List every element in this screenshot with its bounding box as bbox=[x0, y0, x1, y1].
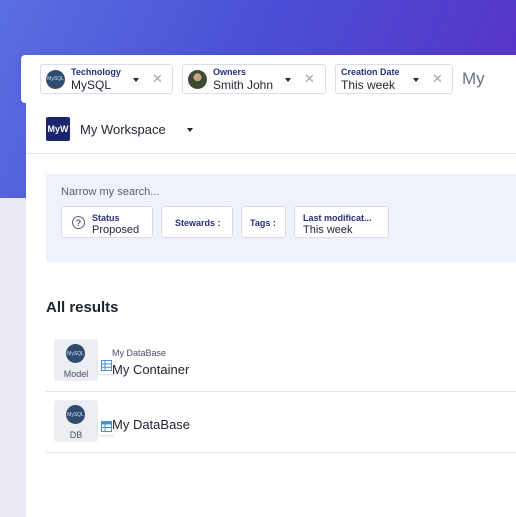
result-name[interactable]: My Container bbox=[112, 362, 189, 377]
list-item[interactable]: MySQL Model My DataBase My Container bbox=[46, 331, 516, 392]
filter-label: Owners bbox=[213, 66, 247, 77]
chevron-down-icon[interactable] bbox=[413, 78, 419, 82]
search-panel: MyW My Workspace Narrow my search... ? S… bbox=[26, 103, 516, 517]
last-modified-label: Last modificat... bbox=[303, 213, 372, 223]
active-filters-bar: MySQL Technology MySQL ✕ Owners Smith Jo… bbox=[21, 55, 516, 103]
filter-label: Technology bbox=[71, 66, 121, 77]
tags-label: Tags : bbox=[250, 218, 276, 228]
narrow-filter-tags[interactable]: Tags : bbox=[241, 206, 286, 238]
close-icon[interactable]: ✕ bbox=[304, 72, 315, 85]
workspace-logo: MyW bbox=[46, 117, 70, 141]
object-type-label: DB bbox=[69, 430, 83, 440]
close-icon[interactable]: ✕ bbox=[152, 72, 163, 85]
mysql-logo-icon: MySQL bbox=[66, 405, 85, 424]
narrow-filter-last-modified[interactable]: Last modificat... This week bbox=[294, 206, 389, 238]
list-item[interactable]: MySQL DB My DataBase bbox=[46, 392, 516, 453]
object-type-label: Model bbox=[63, 369, 89, 379]
filter-label: Creation Date bbox=[341, 66, 400, 77]
filter-chip-creation-date[interactable]: Creation Date This week ✕ bbox=[335, 64, 453, 94]
result-name[interactable]: My DataBase bbox=[112, 417, 190, 432]
result-parent: My DataBase bbox=[112, 348, 167, 358]
mysql-logo-icon: MySQL bbox=[66, 344, 85, 363]
results-title: All results bbox=[46, 299, 119, 316]
object-type-tile: MySQL DB bbox=[54, 400, 115, 442]
filter-chip-technology[interactable]: MySQL Technology MySQL ✕ bbox=[40, 64, 173, 94]
chevron-down-icon[interactable] bbox=[187, 128, 193, 132]
close-icon[interactable]: ✕ bbox=[432, 72, 443, 85]
workspace-selector[interactable]: My Workspace bbox=[80, 122, 166, 137]
mysql-logo-icon: MySQL bbox=[46, 69, 65, 89]
chevron-down-icon[interactable] bbox=[133, 78, 139, 82]
filter-overflow-text[interactable]: My bbox=[462, 69, 485, 89]
narrow-search-box: Narrow my search... ? Status Proposed St… bbox=[46, 174, 516, 262]
avatar bbox=[188, 69, 207, 89]
stewards-label: Stewards : bbox=[175, 218, 221, 228]
filter-chip-owners[interactable]: Owners Smith John ✕ bbox=[182, 64, 326, 94]
narrow-filter-stewards[interactable]: Stewards : bbox=[161, 206, 233, 238]
status-label: Status bbox=[92, 213, 120, 223]
narrow-filter-status[interactable]: ? Status Proposed bbox=[61, 206, 153, 238]
status-value: Proposed bbox=[92, 224, 140, 236]
last-modified-value: This week bbox=[303, 224, 353, 236]
object-type-tile: MySQL Model bbox=[54, 339, 115, 381]
help-icon: ? bbox=[72, 216, 85, 229]
chevron-down-icon[interactable] bbox=[285, 78, 291, 82]
filter-value: MySQL bbox=[71, 77, 112, 92]
filter-value: Smith John bbox=[213, 77, 274, 92]
filter-value: This week bbox=[341, 77, 396, 92]
narrow-search-title: Narrow my search... bbox=[61, 186, 160, 198]
workspace-bar: MyW My Workspace bbox=[26, 103, 516, 154]
